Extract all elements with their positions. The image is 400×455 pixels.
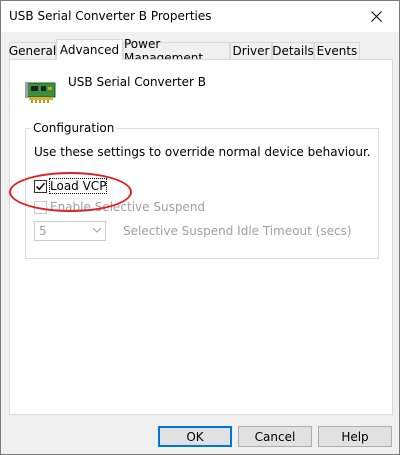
window-title: USB Serial Converter B Properties [9,9,212,23]
tab-power-management[interactable]: Power Management [123,37,230,65]
device-name: USB Serial Converter B [68,75,207,89]
idle-timeout-value: 5 [39,224,47,238]
title-bar: USB Serial Converter B Properties [1,1,399,32]
idle-timeout-label: Selective Suspend Idle Timeout (secs) [123,224,352,238]
ok-button[interactable]: OK [158,426,232,447]
load-vcp-checkbox-box[interactable] [34,179,47,193]
tab-events[interactable]: Events [314,42,360,59]
properties-dialog: USB Serial Converter B Properties Genera… [0,0,400,455]
tab-advanced[interactable]: Advanced [56,39,123,60]
tab-strip: General Advanced Power Management Driver… [9,37,393,65]
configuration-description: Use these settings to override normal de… [34,145,371,159]
cancel-button[interactable]: Cancel [238,426,312,447]
selective-suspend-checkbox-box[interactable] [34,200,47,214]
chevron-down-icon [92,227,102,233]
selective-suspend-label: Enable Selective Suspend [50,200,206,214]
idle-timeout-dropdown[interactable]: 5 [34,221,106,241]
close-button[interactable] [353,1,399,32]
help-button[interactable]: Help [318,426,392,447]
configuration-group-title: Configuration [31,121,117,135]
tab-general[interactable]: General [9,42,56,59]
checkmark-icon [35,182,46,190]
tab-details[interactable]: Details [272,42,314,59]
usb-device-board-icon [25,82,56,103]
tab-driver[interactable]: Driver [230,42,272,59]
load-vcp-label[interactable]: Load VCP [48,178,108,194]
configuration-group: Configuration Use these settings to over… [25,121,379,259]
selective-suspend-checkbox[interactable]: Enable Selective Suspend [34,200,205,214]
close-icon [370,11,382,22]
load-vcp-checkbox[interactable]: Load VCP [34,178,108,194]
advanced-tab-panel: USB Serial Converter B Configuration Use… [9,59,393,415]
